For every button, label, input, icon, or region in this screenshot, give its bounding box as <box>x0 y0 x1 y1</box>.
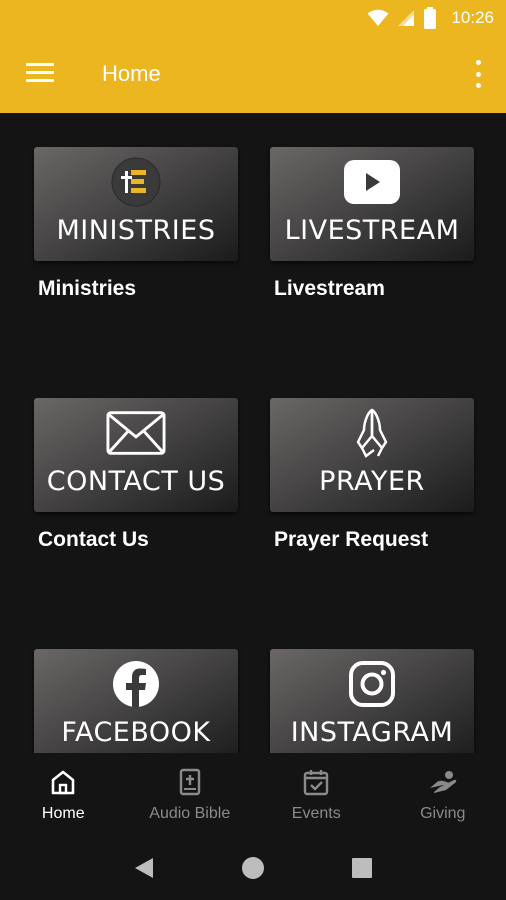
tile-word: CONTACT US <box>46 466 226 497</box>
nav-item-audio-bible[interactable]: Audio Bible <box>127 753 254 835</box>
home-circle-icon[interactable] <box>238 853 268 883</box>
praying-hands-icon <box>342 408 402 458</box>
tile-image: FACEBOOK <box>34 649 238 753</box>
back-icon[interactable] <box>129 853 159 883</box>
envelope-icon <box>106 408 166 458</box>
tile-word: FACEBOOK <box>61 717 211 748</box>
overflow-menu-icon[interactable] <box>472 60 484 88</box>
tile-livestream[interactable]: LIVESTREAM Livestream <box>270 147 474 301</box>
bible-icon <box>175 767 205 797</box>
battery-icon <box>424 7 437 29</box>
nav-label: Home <box>41 805 85 822</box>
tile-prayer[interactable]: PRAYER Prayer Request <box>270 398 474 552</box>
tile-word: LIVESTREAM <box>284 215 460 246</box>
home-grid: MINISTRIES Ministries LIVESTREAM Livestr… <box>0 113 506 753</box>
nav-item-home[interactable]: Home <box>0 753 127 835</box>
ministries-logo-icon <box>106 157 166 207</box>
nav-label: Events <box>291 805 341 822</box>
calendar-check-icon <box>301 767 331 797</box>
system-navigation-bar <box>0 835 506 900</box>
status-bar: 10:26 <box>0 0 506 36</box>
page-title: Home <box>102 61 161 86</box>
home-icon <box>48 767 78 797</box>
tile-label: Livestream <box>274 277 385 300</box>
tile-image: PRAYER <box>270 398 474 512</box>
giving-hand-icon <box>428 767 458 797</box>
tile-facebook[interactable]: FACEBOOK <box>34 649 238 753</box>
youtube-play-icon <box>342 157 402 207</box>
tile-ministries[interactable]: MINISTRIES Ministries <box>34 147 238 301</box>
nav-label: Audio Bible <box>149 805 231 822</box>
wifi-icon <box>367 9 389 26</box>
tile-instagram[interactable]: INSTAGRAM <box>270 649 474 753</box>
nav-item-giving[interactable]: Giving <box>380 753 506 835</box>
tile-contact-us[interactable]: CONTACT US Contact Us <box>34 398 238 552</box>
nav-label: Giving <box>420 805 466 822</box>
status-time: 10:26 <box>451 8 494 27</box>
recents-icon[interactable] <box>347 853 377 883</box>
nav-item-events[interactable]: Events <box>253 753 380 835</box>
tile-label: Prayer Request <box>274 528 429 551</box>
app-bar: Home <box>0 36 506 113</box>
bottom-navigation: Home Audio Bible Events Giving <box>0 753 506 835</box>
instagram-icon <box>342 659 402 709</box>
tile-word: MINISTRIES <box>56 215 216 246</box>
tile-word: PRAYER <box>319 466 425 497</box>
tile-image: CONTACT US <box>34 398 238 512</box>
tile-label: Ministries <box>38 277 137 300</box>
facebook-icon <box>106 659 166 709</box>
tile-image: LIVESTREAM <box>270 147 474 261</box>
tile-label: Contact Us <box>38 528 149 551</box>
cellular-signal-icon <box>398 10 415 26</box>
tile-image: MINISTRIES <box>34 147 238 261</box>
tile-word: INSTAGRAM <box>290 717 454 748</box>
tile-image: INSTAGRAM <box>270 649 474 753</box>
hamburger-menu-icon[interactable] <box>26 63 54 85</box>
